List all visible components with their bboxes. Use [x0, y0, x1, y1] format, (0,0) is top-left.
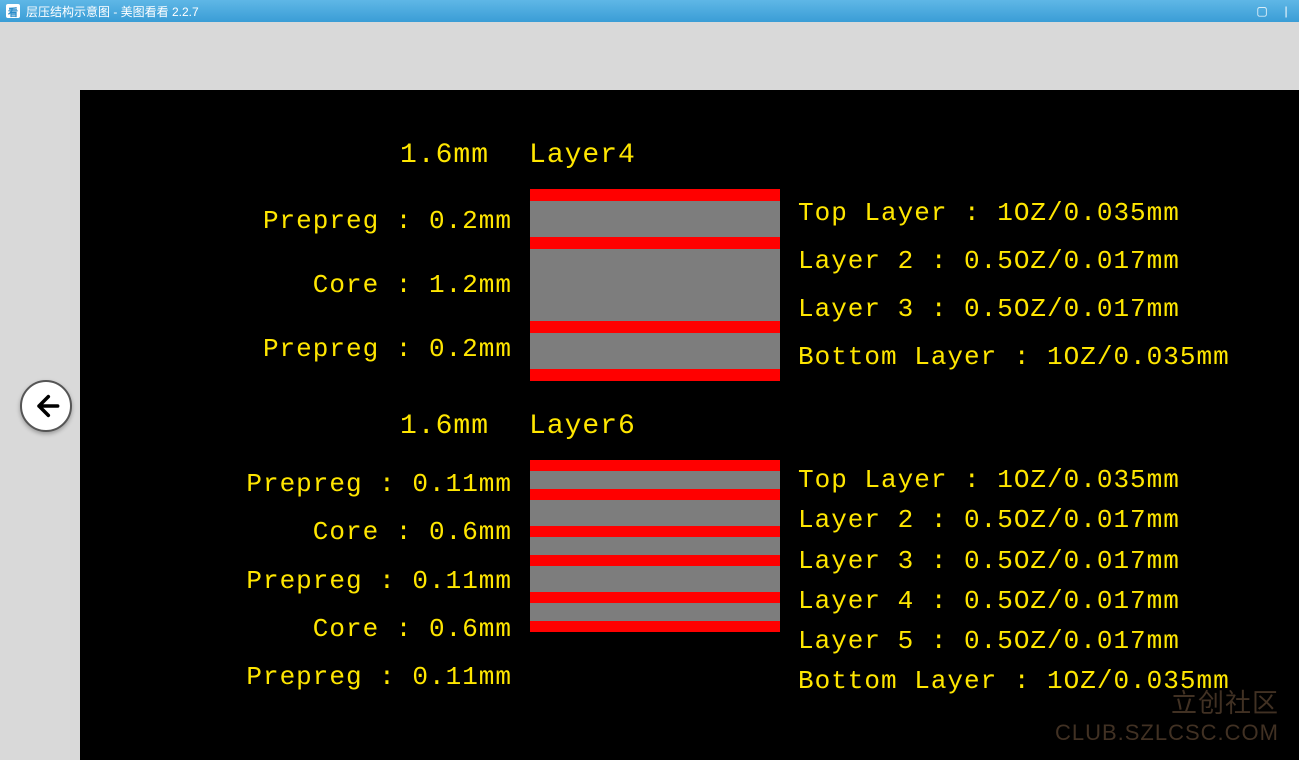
layer-label: Layer 4 : 0.5OZ/0.017mm	[798, 581, 1269, 621]
copper-layer	[530, 237, 780, 249]
material-label: Prepreg : 0.11mm	[110, 466, 512, 502]
window-titlebar: 看 层压结构示意图 - 美图看看 2.2.7 ▢ |	[0, 0, 1299, 22]
copper-layer	[530, 526, 780, 537]
stack4-body: Prepreg : 0.2mm Core : 1.2mm Prepreg : 0…	[110, 189, 1269, 381]
prepreg-layer	[530, 333, 780, 369]
watermark: 立创社区 CLUB.SZLCSC.COM	[1055, 683, 1279, 746]
copper-layer	[530, 321, 780, 333]
material-label: Prepreg : 0.2mm	[110, 331, 512, 367]
stack6-name: Layer6	[529, 411, 636, 442]
layer-label: Layer 5 : 0.5OZ/0.017mm	[798, 621, 1269, 661]
stack4-header: 1.6mm Layer4	[400, 140, 1269, 171]
previous-image-button[interactable]	[20, 380, 72, 432]
layer-label: Bottom Layer : 1OZ/0.035mm	[798, 337, 1269, 377]
material-label: Prepreg : 0.11mm	[110, 563, 512, 599]
stack4-diagram	[530, 189, 780, 381]
stack6-layers: Top Layer : 1OZ/0.035mm Layer 2 : 0.5OZ/…	[780, 460, 1269, 702]
stackup-6layer: 1.6mm Layer6 Prepreg : 0.11mm Core : 0.6…	[110, 411, 1269, 702]
prepreg-layer	[530, 603, 780, 621]
stack6-materials: Prepreg : 0.11mm Core : 0.6mm Prepreg : …	[110, 460, 530, 702]
copper-layer	[530, 369, 780, 381]
copper-layer	[530, 555, 780, 566]
stack6-body: Prepreg : 0.11mm Core : 0.6mm Prepreg : …	[110, 460, 1269, 702]
layer-label: Layer 2 : 0.5OZ/0.017mm	[798, 500, 1269, 540]
app-icon: 看	[6, 4, 20, 18]
layer-label: Top Layer : 1OZ/0.035mm	[798, 460, 1269, 500]
material-label: Prepreg : 0.11mm	[110, 659, 512, 695]
stack4-total-thickness: 1.6mm	[400, 140, 489, 171]
watermark-line1: 立创社区	[1055, 683, 1279, 720]
stack6-diagram	[530, 460, 780, 702]
prepreg-layer	[530, 201, 780, 237]
watermark-line2: CLUB.SZLCSC.COM	[1055, 720, 1279, 746]
stack4-materials: Prepreg : 0.2mm Core : 1.2mm Prepreg : 0…	[110, 189, 530, 381]
layer-label: Layer 3 : 0.5OZ/0.017mm	[798, 289, 1269, 329]
window-title: 层压结构示意图 - 美图看看 2.2.7	[26, 3, 199, 20]
layer-label: Top Layer : 1OZ/0.035mm	[798, 193, 1269, 233]
prepreg-layer	[530, 537, 780, 555]
prepreg-layer	[530, 471, 780, 489]
stack6-total-thickness: 1.6mm	[400, 411, 489, 442]
material-label: Prepreg : 0.2mm	[110, 203, 512, 239]
core-layer	[530, 249, 780, 321]
stack4-name: Layer4	[529, 140, 636, 171]
core-layer	[530, 500, 780, 526]
titlebar-left: 看 层压结构示意图 - 美图看看 2.2.7	[6, 3, 199, 20]
copper-layer	[530, 189, 780, 201]
core-layer	[530, 566, 780, 592]
material-label: Core : 0.6mm	[110, 514, 512, 550]
stack4-layers: Top Layer : 1OZ/0.035mm Layer 2 : 0.5OZ/…	[780, 189, 1269, 381]
material-label: Core : 1.2mm	[110, 267, 512, 303]
copper-layer	[530, 592, 780, 603]
titlebar-right: ▢ |	[1255, 4, 1293, 18]
arrow-left-icon	[32, 392, 60, 420]
stack6-header: 1.6mm Layer6	[400, 411, 1269, 442]
layer-label: Layer 3 : 0.5OZ/0.017mm	[798, 541, 1269, 581]
image-viewport: 1.6mm Layer4 Prepreg : 0.2mm Core : 1.2m…	[80, 90, 1299, 760]
maximize-icon[interactable]: ▢	[1255, 4, 1269, 18]
copper-layer	[530, 621, 780, 632]
copper-layer	[530, 460, 780, 471]
material-label: Core : 0.6mm	[110, 611, 512, 647]
layer-label: Layer 2 : 0.5OZ/0.017mm	[798, 241, 1269, 281]
divider-icon: |	[1279, 4, 1293, 18]
stackup-4layer: 1.6mm Layer4 Prepreg : 0.2mm Core : 1.2m…	[110, 140, 1269, 381]
copper-layer	[530, 489, 780, 500]
